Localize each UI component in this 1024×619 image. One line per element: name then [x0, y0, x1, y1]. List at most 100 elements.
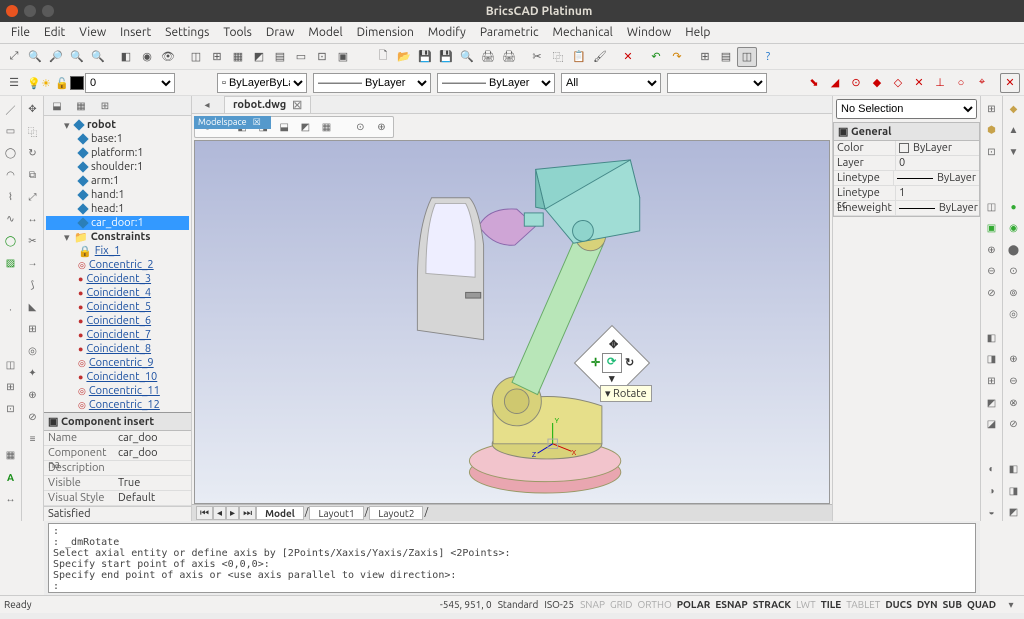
tool-icon[interactable]: ⬢: [983, 122, 1001, 140]
move-icon[interactable]: ✥: [24, 100, 42, 118]
orbit-icon[interactable]: ◉: [137, 47, 157, 67]
ellipse-icon[interactable]: ◯: [2, 232, 20, 250]
tree-constraint[interactable]: Coincident_5: [46, 300, 189, 314]
line-icon[interactable]: ／: [2, 100, 20, 118]
text-icon[interactable]: A: [2, 468, 20, 486]
snap-tangent-icon[interactable]: ○: [951, 73, 971, 93]
tool-icon[interactable]: ◒: [983, 503, 1001, 521]
status-flag-quad[interactable]: QUAD: [967, 599, 996, 610]
menu-draw[interactable]: Draw: [259, 24, 301, 41]
undo-icon[interactable]: ↶: [646, 47, 666, 67]
property-row[interactable]: Linetype sc1: [834, 186, 979, 201]
tool-icon[interactable]: ⊙: [1005, 263, 1023, 281]
tool-icon[interactable]: ◩: [983, 394, 1001, 412]
tree-part[interactable]: platform:1: [46, 146, 189, 160]
tool-icon[interactable]: ◪: [983, 415, 1001, 433]
quad-cursor[interactable]: ✥ ✛ ↻ ▾ ⟳: [585, 336, 639, 390]
spline-icon[interactable]: ∿: [2, 210, 20, 228]
tool-icon[interactable]: ◫: [983, 198, 1001, 216]
snap-nearest-icon[interactable]: ⌖: [972, 73, 992, 93]
tool-icon[interactable]: ▼: [1005, 143, 1023, 161]
zoom-realtime-icon[interactable]: 🔍: [67, 47, 87, 67]
snap-endpoint-icon[interactable]: ⬊: [804, 73, 824, 93]
new-icon[interactable]: 🗋: [373, 47, 393, 67]
component-prop-row[interactable]: Visual StyleDefault: [44, 491, 191, 506]
status-flag-polar[interactable]: POLAR: [677, 599, 711, 610]
sheetset-icon[interactable]: ◫: [737, 47, 757, 67]
view-icon[interactable]: 👁: [158, 47, 178, 67]
tree-part[interactable]: head:1: [46, 202, 189, 216]
extend-icon[interactable]: →: [24, 254, 42, 272]
component-prop-row[interactable]: Component nacar_doo: [44, 446, 191, 461]
polyline-icon[interactable]: ⌇: [2, 188, 20, 206]
snap-none-icon[interactable]: ✕: [1000, 73, 1020, 93]
tool-icon[interactable]: ◩: [1005, 503, 1023, 521]
expand-icon[interactable]: ▣: [48, 416, 58, 428]
print-icon[interactable]: 🖨: [478, 47, 498, 67]
menu-settings[interactable]: Settings: [158, 24, 216, 41]
tree-constraint[interactable]: Concentric_2: [46, 258, 189, 272]
tree-part[interactable]: base:1: [46, 132, 189, 146]
tool-icon[interactable]: ▲: [1005, 122, 1023, 140]
zoom-window-icon[interactable]: 🔍: [25, 47, 45, 67]
close-tab-icon[interactable]: ☒: [292, 99, 302, 112]
trim-icon[interactable]: ✂: [24, 232, 42, 250]
tree-constraint[interactable]: Coincident_7: [46, 328, 189, 342]
tool-icon[interactable]: ▣: [333, 47, 353, 67]
array-icon[interactable]: ⊞: [24, 320, 42, 338]
tool-icon[interactable]: ⊖: [983, 263, 1001, 281]
status-flag-sub[interactable]: SUB: [943, 599, 962, 610]
rect-icon[interactable]: ▭: [2, 122, 20, 140]
status-flag-ortho[interactable]: ORTHO: [637, 599, 671, 610]
menu-modify[interactable]: Modify: [421, 24, 473, 41]
tool-icon[interactable]: ⊕: [1005, 351, 1023, 369]
minimize-icon[interactable]: [24, 5, 36, 17]
stretch-icon[interactable]: ↔: [24, 210, 42, 228]
property-row[interactable]: Color ByLayer: [834, 141, 979, 156]
tree-constraint[interactable]: Coincident_10: [46, 370, 189, 384]
status-flag-strack[interactable]: STRACK: [753, 599, 791, 610]
circle-icon[interactable]: ◯: [2, 144, 20, 162]
copy-icon[interactable]: ⿻: [548, 47, 568, 67]
status-tray-icon[interactable]: ▾: [1002, 596, 1020, 614]
tree-root[interactable]: ▾robot: [46, 118, 189, 132]
tree-tab-icon[interactable]: ⬓: [48, 97, 66, 115]
tree-constraint[interactable]: Concentric_12: [46, 398, 189, 412]
tool-icon[interactable]: ◉: [1005, 219, 1023, 237]
tree-constraint[interactable]: Coincident_3: [46, 272, 189, 286]
tool-icon[interactable]: ▭: [291, 47, 311, 67]
rotate-icon[interactable]: ↻: [24, 144, 42, 162]
tool-icon[interactable]: ◫: [186, 47, 206, 67]
menu-view[interactable]: View: [72, 24, 113, 41]
hatch-icon[interactable]: ▨: [2, 254, 20, 272]
scale-icon[interactable]: ⤢: [24, 188, 42, 206]
tool-icon[interactable]: ▤: [270, 47, 290, 67]
snap-node-icon[interactable]: ◆: [867, 73, 887, 93]
status-dimstyle[interactable]: ISO-25: [544, 599, 574, 610]
layer-tool-icon[interactable]: ☰: [4, 73, 24, 93]
menu-tools[interactable]: Tools: [216, 24, 259, 41]
explode-icon[interactable]: ✦: [24, 364, 42, 382]
tool-icon[interactable]: ▦: [228, 47, 248, 67]
layer-color-swatch[interactable]: [70, 76, 84, 90]
menu-mechanical[interactable]: Mechanical: [546, 24, 620, 41]
extra-select[interactable]: [667, 73, 767, 93]
paste-icon[interactable]: 📋: [569, 47, 589, 67]
tool-icon[interactable]: ◨: [1005, 482, 1023, 500]
tool-icon[interactable]: ⊡: [312, 47, 332, 67]
tool-icon[interactable]: ⊞: [983, 100, 1001, 118]
snap-intersect-icon[interactable]: ✕: [909, 73, 929, 93]
xref-icon[interactable]: ⊡: [2, 400, 20, 418]
tool-icon[interactable]: ⊖: [1005, 372, 1023, 390]
save-icon[interactable]: 💾: [415, 47, 435, 67]
status-flag-dyn[interactable]: DYN: [917, 599, 938, 610]
lineweight-select[interactable]: ———— ByLayer: [437, 73, 555, 93]
status-flag-grid[interactable]: GRID: [610, 599, 633, 610]
tree-constraint[interactable]: 🔒Fix_1: [46, 244, 189, 258]
join-icon[interactable]: ⊕: [24, 386, 42, 404]
tool-icon[interactable]: ◑: [983, 482, 1001, 500]
component-prop-row[interactable]: Namecar_doo: [44, 431, 191, 446]
status-flag-tile[interactable]: TILE: [821, 599, 841, 610]
open-icon[interactable]: 📂: [394, 47, 414, 67]
tree-constraint[interactable]: Concentric_11: [46, 384, 189, 398]
